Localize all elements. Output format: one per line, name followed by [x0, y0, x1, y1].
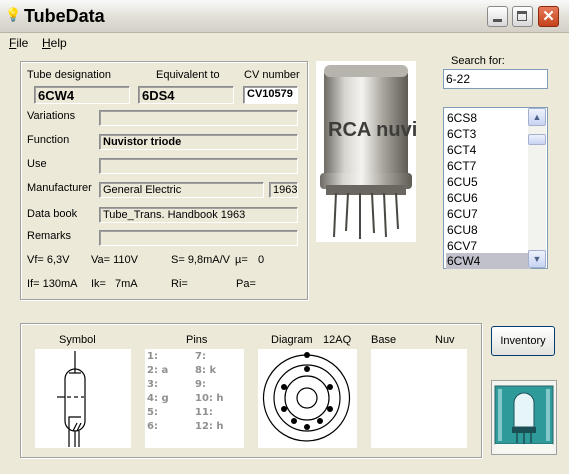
- bulb-icon: 💡: [5, 7, 22, 22]
- equivalent-field[interactable]: 6DS4: [138, 86, 234, 104]
- menu-help[interactable]: Help: [42, 36, 67, 50]
- base-diagram-icon: [262, 352, 351, 442]
- pins-panel: 1: 2: a 3: 4: g 5: 6: 7: 8: k 9: 10: h 1…: [145, 349, 244, 448]
- manufacturer-label: Manufacturer: [27, 182, 92, 194]
- triode-symbol-icon: [57, 351, 86, 447]
- list-item[interactable]: 6CU8: [446, 222, 531, 238]
- equivalent-label: Equivalent to: [156, 69, 220, 81]
- close-button[interactable]: ✕: [538, 6, 559, 27]
- pin-8: 8: k: [195, 365, 217, 376]
- remarks-field[interactable]: [99, 230, 298, 246]
- search-input[interactable]: 6-22: [443, 69, 548, 89]
- remarks-label: Remarks: [27, 230, 72, 242]
- scroll-up-button[interactable]: ▲: [528, 108, 546, 126]
- tube-designation-field[interactable]: 6CW4: [34, 86, 130, 104]
- diagram-panel: [258, 349, 357, 448]
- vf-value: Vf= 6,3V: [27, 254, 70, 266]
- app-logo: [491, 380, 557, 455]
- pin-2: 2: a: [147, 365, 169, 376]
- pins-label: Pins: [186, 334, 208, 346]
- list-item[interactable]: 6CU7: [446, 206, 531, 222]
- list-item-selected[interactable]: 6CW4: [446, 253, 531, 269]
- diagram-code: 12AQ: [323, 334, 352, 346]
- menu-bar: [0, 33, 569, 53]
- pin-10: 10: h: [195, 393, 224, 404]
- use-label: Use: [27, 158, 47, 170]
- function-label: Function: [27, 134, 70, 146]
- if-value: If= 130mA: [27, 278, 78, 290]
- list-scrollbar[interactable]: ▲ ▼: [528, 108, 546, 268]
- diagram-label: Diagram: [271, 334, 313, 346]
- base-panel: [371, 349, 467, 448]
- symbol-panel: [35, 349, 131, 448]
- chevron-up-icon: ▲: [532, 112, 542, 122]
- pin-9: 9:: [195, 379, 206, 390]
- scroll-thumb[interactable]: [528, 134, 546, 145]
- base-type: Nuv: [435, 334, 455, 346]
- pin-6: 6:: [147, 421, 158, 432]
- maximize-icon: [517, 11, 527, 21]
- cv-number-field[interactable]: CV10579: [243, 86, 298, 104]
- use-field[interactable]: [99, 158, 298, 174]
- s-value: S= 9,8mA/V: [171, 254, 231, 266]
- list-item[interactable]: 6CV7: [446, 238, 531, 254]
- ri-value: Ri=: [171, 278, 188, 290]
- cv-number-label: CV number: [244, 69, 300, 81]
- mu-label: µ=: [235, 254, 248, 266]
- databook-field[interactable]: Tube_Trans. Handbook 1963: [99, 207, 298, 223]
- pa-value: Pa=: [236, 278, 256, 290]
- tube-photo-image: RCA nuvi: [320, 65, 417, 239]
- manufacturer-field[interactable]: General Electric: [99, 182, 264, 198]
- ik-label: Ik=: [91, 278, 106, 290]
- year-field[interactable]: 1963: [269, 182, 298, 198]
- minimize-icon: [493, 19, 502, 22]
- list-item[interactable]: 6CT3: [446, 126, 531, 142]
- symbol-label: Symbol: [59, 334, 96, 346]
- tube-photo-label: RCA nuvi: [328, 119, 416, 141]
- mu-value: 0: [258, 254, 265, 266]
- pin-7: 7:: [195, 351, 206, 362]
- list-item[interactable]: 6CT4: [446, 142, 531, 158]
- pin-11: 11:: [195, 407, 213, 418]
- pin-4: 4: g: [147, 393, 169, 404]
- list-item[interactable]: 6CU5: [446, 174, 531, 190]
- ik-value: 7mA: [115, 278, 138, 290]
- tube-logo-icon: [494, 385, 554, 452]
- list-item[interactable]: 6CT7: [446, 158, 531, 174]
- list-item[interactable]: 6CS8: [446, 110, 531, 126]
- pin-1: 1:: [147, 351, 158, 362]
- inventory-button[interactable]: Inventory: [491, 326, 555, 356]
- variations-label: Variations: [27, 110, 76, 122]
- pin-3: 3:: [147, 379, 158, 390]
- list-item[interactable]: 6CU6: [446, 190, 531, 206]
- chevron-down-icon: ▼: [532, 254, 542, 264]
- maximize-button[interactable]: [512, 6, 533, 27]
- pin-5: 5:: [147, 407, 158, 418]
- pin-12: 12: h: [195, 421, 224, 432]
- search-label: Search for:: [451, 55, 505, 67]
- close-icon: ✕: [542, 8, 555, 25]
- databook-label: Data book: [27, 208, 78, 220]
- scroll-down-button[interactable]: ▼: [528, 250, 546, 268]
- va-value: Va= 110V: [91, 254, 138, 266]
- base-label: Base: [371, 334, 397, 346]
- variations-field[interactable]: [99, 110, 298, 126]
- tube-photo: RCA nuvi: [316, 61, 417, 242]
- minimize-button[interactable]: [487, 6, 508, 27]
- function-field[interactable]: Nuvistor triode: [99, 134, 298, 150]
- tube-designation-label: Tube designation: [27, 69, 111, 81]
- window-title: TubeData: [24, 6, 105, 26]
- menu-file[interactable]: File: [9, 36, 28, 50]
